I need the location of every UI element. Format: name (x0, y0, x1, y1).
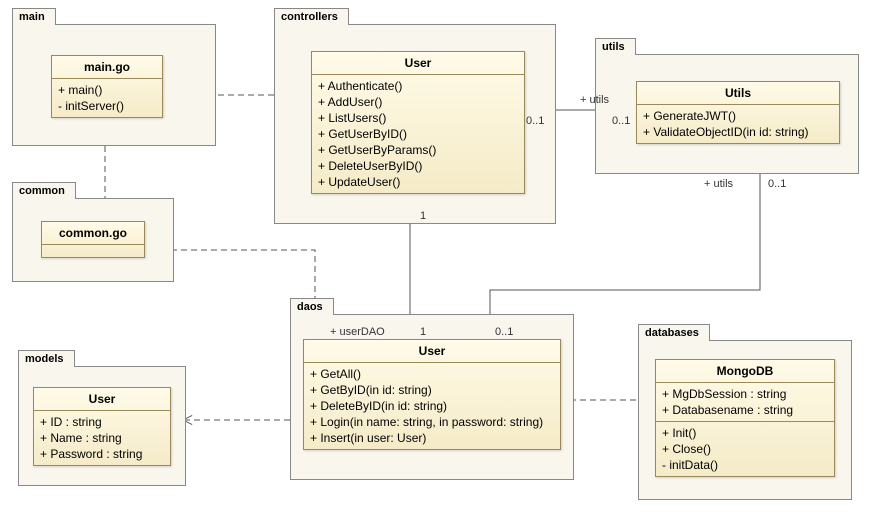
op: + DeleteUserByID() (318, 158, 518, 174)
op: + UpdateUser() (318, 174, 518, 190)
package-models-label: models (18, 350, 75, 367)
assoc-role-utils: + utils (704, 178, 733, 190)
package-models: models User + ID : string + Name : strin… (18, 366, 186, 486)
package-databases-label: databases (638, 324, 710, 341)
assoc-mult: 1 (420, 326, 426, 338)
package-databases: databases MongoDB + MgDbSession : string… (638, 340, 852, 500)
class-common-go: common.go (41, 221, 145, 258)
op: + ValidateObjectID(in id: string) (643, 124, 833, 140)
op: + GenerateJWT() (643, 108, 833, 124)
class-models-user: User + ID : string + Name : string + Pas… (33, 387, 171, 466)
attr: + Password : string (40, 446, 164, 462)
class-title: User (312, 52, 524, 75)
attr: + Databasename : string (662, 402, 828, 418)
class-ops: + main() - initServer() (52, 79, 162, 117)
package-controllers-label: controllers (274, 8, 349, 25)
package-common-label: common (12, 182, 76, 199)
attr: + Name : string (40, 430, 164, 446)
op: + Init() (662, 425, 828, 441)
class-daos-user: User + GetAll() + GetByID(in id: string)… (303, 339, 561, 450)
assoc-mult: 0..1 (612, 115, 630, 127)
assoc-role-userdao: + userDAO (330, 326, 385, 338)
package-daos: daos User + GetAll() + GetByID(in id: st… (290, 314, 574, 480)
class-title: MongoDB (656, 360, 834, 383)
op: + Insert(in user: User) (310, 430, 554, 446)
op: + GetByID(in id: string) (310, 382, 554, 398)
op: + GetUserByID() (318, 126, 518, 142)
op: + DeleteByID(in id: string) (310, 398, 554, 414)
class-ops: + Init() + Close() - initData() (656, 422, 834, 476)
class-ops: + Authenticate() + AddUser() + ListUsers… (312, 75, 524, 193)
op: + Login(in name: string, in password: st… (310, 414, 554, 430)
op: + Authenticate() (318, 78, 518, 94)
package-main-label: main (12, 8, 56, 25)
package-daos-label: daos (290, 298, 334, 315)
op: + ListUsers() (318, 110, 518, 126)
package-utils: utils Utils + GenerateJWT() + ValidateOb… (595, 54, 859, 174)
op: + AddUser() (318, 94, 518, 110)
assoc-mult: 0..1 (526, 115, 544, 127)
class-attrs: + ID : string + Name : string + Password… (34, 411, 170, 465)
class-utils: Utils + GenerateJWT() + ValidateObjectID… (636, 81, 840, 144)
class-attrs: + MgDbSession : string + Databasename : … (656, 383, 834, 422)
assoc-mult: 1 (420, 210, 426, 222)
op: - initServer() (58, 98, 156, 114)
class-title: User (34, 388, 170, 411)
class-controllers-user: User + Authenticate() + AddUser() + List… (311, 51, 525, 194)
class-title: User (304, 340, 560, 363)
class-title: main.go (52, 56, 162, 79)
package-common: common common.go (12, 198, 174, 282)
assoc-role-utils: + utils (580, 94, 609, 106)
op: + GetUserByParams() (318, 142, 518, 158)
attr: + ID : string (40, 414, 164, 430)
assoc-mult: 0..1 (495, 326, 513, 338)
assoc-mult: 0..1 (768, 178, 786, 190)
package-utils-label: utils (595, 38, 636, 55)
attr: + MgDbSession : string (662, 386, 828, 402)
op: + Close() (662, 441, 828, 457)
class-main-go: main.go + main() - initServer() (51, 55, 163, 118)
op: + GetAll() (310, 366, 554, 382)
class-mongodb: MongoDB + MgDbSession : string + Databas… (655, 359, 835, 477)
class-ops: + GetAll() + GetByID(in id: string) + De… (304, 363, 560, 449)
op: - initData() (662, 457, 828, 473)
class-title: Utils (637, 82, 839, 105)
op: + main() (58, 82, 156, 98)
class-empty (42, 245, 144, 257)
package-controllers: controllers User + Authenticate() + AddU… (274, 24, 556, 224)
class-ops: + GenerateJWT() + ValidateObjectID(in id… (637, 105, 839, 143)
class-title: common.go (42, 222, 144, 245)
package-main: main main.go + main() - initServer() (12, 24, 216, 146)
